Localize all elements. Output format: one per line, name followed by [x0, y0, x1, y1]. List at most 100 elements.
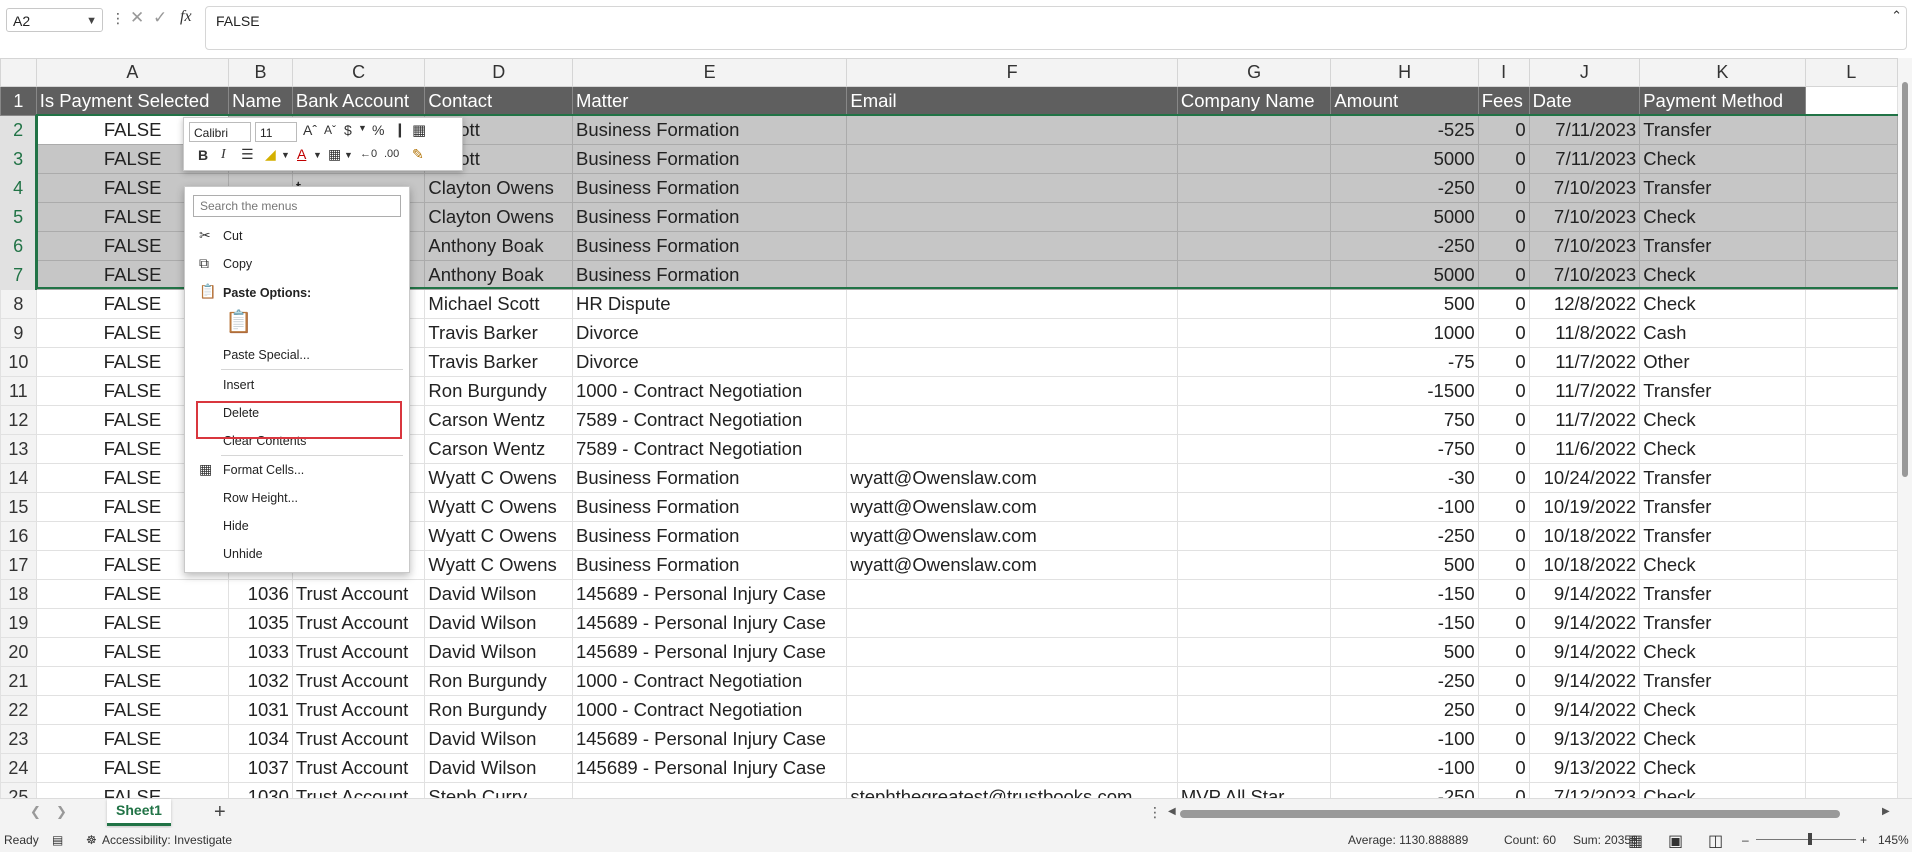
cell[interactable] [1176, 260, 1332, 290]
percent-icon[interactable]: % [372, 122, 384, 138]
cell[interactable]: -1500 [1330, 376, 1479, 406]
cell[interactable] [1176, 202, 1332, 232]
cell[interactable]: Transfer [1639, 521, 1806, 551]
vertical-scrollbar[interactable] [1898, 58, 1912, 798]
cell[interactable]: 7/10/2023 [1528, 260, 1641, 290]
row-header[interactable]: 21 [0, 666, 37, 696]
cell[interactable] [846, 434, 1178, 464]
normal-view-icon[interactable]: ▦ [1628, 831, 1643, 851]
cell[interactable] [1804, 347, 1898, 377]
cell[interactable]: Transfer [1639, 579, 1806, 609]
cell[interactable]: FALSE [35, 724, 230, 754]
cell[interactable] [1804, 666, 1898, 696]
cell[interactable]: stephthegreatest@trustbooks.com [846, 782, 1178, 798]
cell[interactable]: -250 [1330, 521, 1479, 551]
accessibility-icon[interactable]: ☸ [86, 833, 97, 847]
cell[interactable]: 0 [1477, 579, 1530, 609]
cell[interactable] [846, 173, 1178, 203]
cell[interactable] [1804, 782, 1898, 798]
cell[interactable]: 0 [1477, 405, 1530, 435]
cell[interactable]: Travis Barker [424, 318, 573, 348]
cell[interactable]: Business Formation [571, 202, 848, 232]
cell[interactable]: Business Formation [571, 144, 848, 174]
cell[interactable]: Anthony Boak [424, 260, 573, 290]
cell[interactable] [1804, 260, 1898, 290]
cell[interactable]: Check [1639, 260, 1806, 290]
cell[interactable]: -150 [1330, 579, 1479, 609]
cell[interactable]: 500 [1330, 550, 1479, 580]
decrease-font-icon[interactable]: Aˇ [324, 123, 336, 137]
cell[interactable]: Trust Account [291, 579, 426, 609]
accessibility-status[interactable]: Accessibility: Investigate [102, 833, 232, 847]
row-header[interactable]: 1 [0, 86, 37, 116]
cell[interactable]: Business Formation [571, 173, 848, 203]
cell[interactable]: FALSE [35, 579, 230, 609]
cell[interactable]: HR Dispute [571, 289, 848, 319]
cell[interactable]: Check [1639, 753, 1806, 783]
cell[interactable]: 750 [1330, 405, 1479, 435]
cell[interactable]: 9/13/2022 [1528, 724, 1641, 754]
cell[interactable] [846, 376, 1178, 406]
cell[interactable]: Wyatt C Owens [424, 463, 573, 493]
cell[interactable]: 0 [1477, 434, 1530, 464]
cell[interactable]: 11/6/2022 [1528, 434, 1641, 464]
cell[interactable]: -100 [1330, 724, 1479, 754]
page-layout-icon[interactable]: ▣ [1668, 831, 1683, 851]
cell[interactable] [1176, 144, 1332, 174]
cell[interactable] [1804, 753, 1898, 783]
cell[interactable]: David Wilson [424, 753, 573, 783]
cell[interactable]: Wyatt C Owens [424, 550, 573, 580]
cell[interactable]: 10/18/2022 [1528, 521, 1641, 551]
cell[interactable]: Check [1639, 550, 1806, 580]
cell[interactable]: 0 [1477, 463, 1530, 493]
format-painter-icon[interactable]: ✎ [412, 146, 424, 163]
row-header[interactable]: 2 [0, 115, 38, 145]
header-cell[interactable]: Amount [1330, 86, 1479, 116]
cell[interactable]: Other [1639, 347, 1806, 377]
cell[interactable] [1804, 144, 1898, 174]
cell[interactable]: FALSE [35, 753, 230, 783]
cell[interactable]: Clayton Owens [424, 173, 573, 203]
row-header[interactable]: 3 [0, 144, 38, 174]
cell[interactable]: Steph Curry [424, 782, 573, 798]
header-cell[interactable]: Contact [424, 86, 573, 116]
row-header[interactable]: 7 [0, 260, 38, 290]
cell[interactable]: Check [1639, 289, 1806, 319]
cell[interactable]: Business Formation [571, 550, 848, 580]
cell[interactable]: 10/24/2022 [1528, 463, 1641, 493]
cell[interactable]: Transfer [1639, 608, 1806, 638]
cell[interactable]: 7/10/2023 [1528, 202, 1641, 232]
cell[interactable]: FALSE [35, 608, 230, 638]
cell[interactable]: 7/12/2023 [1528, 782, 1641, 798]
cell[interactable] [846, 405, 1178, 435]
cell[interactable]: Check [1639, 637, 1806, 667]
cell[interactable]: 145689 - Personal Injury Case [571, 579, 848, 609]
column-header-g[interactable]: G [1176, 58, 1332, 87]
cell[interactable]: 1031 [228, 695, 293, 725]
column-header-a[interactable]: A [35, 58, 230, 87]
cell[interactable]: Clayton Owens [424, 202, 573, 232]
cell[interactable]: Trust Account [291, 695, 426, 725]
more-options-icon[interactable]: ⋮ [1148, 804, 1162, 821]
cell[interactable]: David Wilson [424, 579, 573, 609]
cell[interactable]: 9/14/2022 [1528, 579, 1641, 609]
cell[interactable]: wyatt@Owenslaw.com [846, 492, 1178, 522]
cell[interactable] [846, 260, 1178, 290]
cell[interactable] [1804, 550, 1898, 580]
cell[interactable] [1176, 434, 1332, 464]
cell[interactable]: 1000 - Contract Negotiation [571, 376, 848, 406]
cell[interactable]: MVP All Star [1176, 782, 1332, 798]
bold-icon[interactable]: B [198, 147, 208, 163]
chevron-up-icon[interactable]: ⌃ [1891, 8, 1902, 24]
cell[interactable]: Trust Account [291, 637, 426, 667]
cell[interactable]: 145689 - Personal Injury Case [571, 753, 848, 783]
header-cell[interactable]: Fees [1477, 86, 1530, 116]
cell[interactable]: 1033 [228, 637, 293, 667]
cell[interactable]: -30 [1330, 463, 1479, 493]
status-count[interactable]: Count: 60 [1504, 833, 1556, 847]
enter-icon[interactable]: ✓ [153, 8, 167, 28]
cell[interactable]: Wyatt C Owens [424, 521, 573, 551]
increase-decimal-icon[interactable]: ←0 [360, 148, 377, 160]
row-header[interactable]: 24 [0, 753, 37, 783]
cell[interactable]: Transfer [1639, 492, 1806, 522]
